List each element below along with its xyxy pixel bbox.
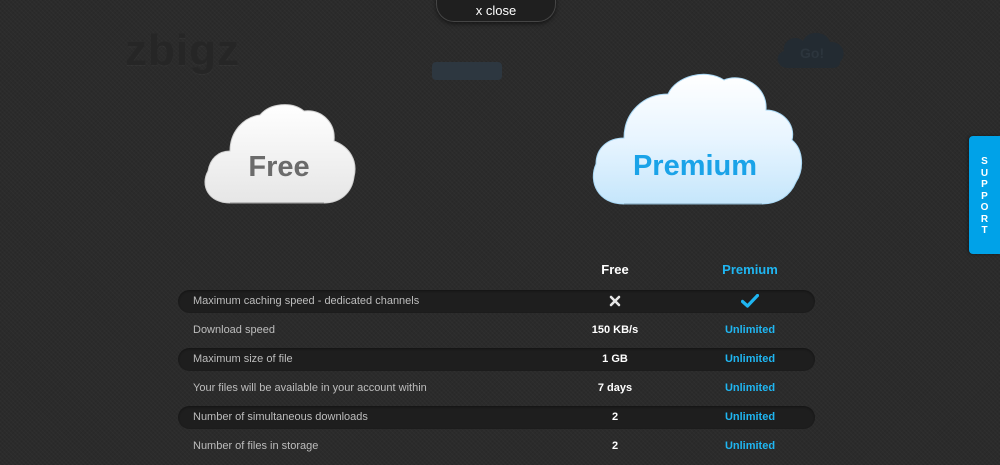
support-letter: S <box>981 156 988 167</box>
premium-value <box>700 290 800 313</box>
row-label: Maximum size of file <box>193 353 293 365</box>
free-value: 2 <box>611 440 619 452</box>
premium-cloud-label: Premium <box>632 150 758 182</box>
row-label: Number of files in storage <box>193 440 319 452</box>
support-tab[interactable]: S U P P O R T <box>969 136 1000 254</box>
support-letter: T <box>981 225 988 236</box>
table-row: Your files will be available in your acc… <box>178 377 815 400</box>
table-row: Maximum caching speed - dedicated channe… <box>178 290 815 313</box>
free-value: 1 GB <box>602 353 628 365</box>
row-label: Maximum caching speed - dedicated channe… <box>193 295 420 307</box>
support-letter: U <box>980 167 989 179</box>
header-premium: Premium <box>722 262 778 277</box>
comparison-header: Free Premium <box>0 262 1000 278</box>
support-letter: R <box>980 213 989 225</box>
free-value: 2 <box>611 411 619 423</box>
premium-cloud-icon <box>592 73 802 205</box>
premium-value: Unlimited <box>724 411 776 423</box>
premium-plan-cloud: Premium <box>584 66 806 216</box>
support-letter: O <box>980 202 989 213</box>
free-cloud-label: Free <box>248 151 310 183</box>
comparison-table: Maximum caching speed - dedicated channe… <box>178 290 815 464</box>
background-button <box>432 62 502 80</box>
free-value <box>575 290 655 313</box>
support-letter: P <box>981 179 988 190</box>
row-label: Number of simultaneous downloads <box>193 411 368 423</box>
header-free: Free <box>601 262 629 277</box>
cross-icon <box>609 295 621 307</box>
table-row: Number of files in storage 2 Unlimited <box>178 435 815 458</box>
close-label: x close <box>475 3 517 18</box>
free-value: 7 days <box>597 382 633 394</box>
background-go-text: Go! <box>800 45 824 61</box>
table-row: Number of simultaneous downloads 2 Unlim… <box>178 406 815 429</box>
close-button[interactable]: x close <box>436 0 556 22</box>
premium-value: Unlimited <box>724 324 776 336</box>
check-icon <box>740 293 760 308</box>
free-value: 150 KB/s <box>591 324 639 336</box>
premium-value: Unlimited <box>724 382 776 394</box>
background-logo: zbigz <box>125 26 240 75</box>
row-label: Download speed <box>193 324 275 336</box>
support-letter: P <box>981 190 988 202</box>
premium-value: Unlimited <box>724 353 776 365</box>
plans-overlay: zbigz Go! x close Free Premium S U P P O… <box>0 0 1000 465</box>
row-label: Your files will be available in your acc… <box>193 382 427 394</box>
premium-value: Unlimited <box>724 440 776 452</box>
free-plan-cloud: Free <box>196 95 362 215</box>
table-row: Maximum size of file 1 GB Unlimited <box>178 348 815 371</box>
table-row: Download speed 150 KB/s Unlimited <box>178 319 815 342</box>
